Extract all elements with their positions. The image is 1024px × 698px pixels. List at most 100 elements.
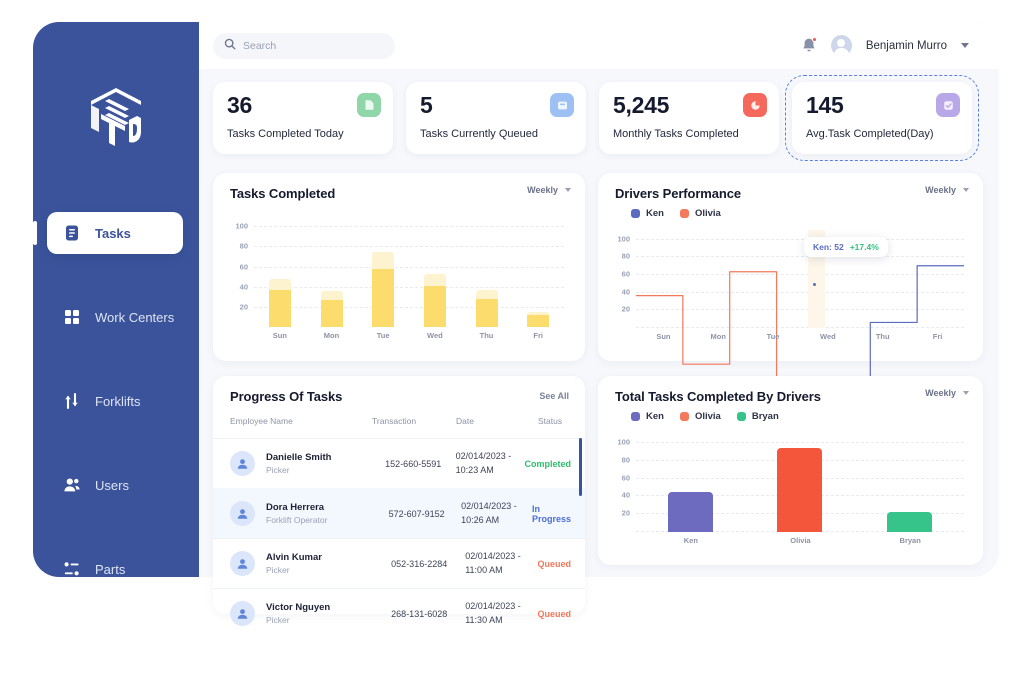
chart-total-tasks-by-drivers: 100 80 60 40 20 (612, 433, 968, 532)
tasks-icon (63, 224, 81, 242)
sidebar-item-label: Parts (95, 561, 126, 577)
y-tick: 40 (239, 282, 248, 292)
row-avatar (230, 501, 255, 526)
table-row[interactable]: Dora Herrera Forklift Operator 572-607-915… (213, 488, 585, 538)
x-tick: Bryan (899, 536, 921, 545)
row-avatar (230, 601, 255, 626)
bar-ken[interactable] (668, 491, 714, 532)
bar[interactable] (320, 291, 343, 327)
sidebar: Tasks Work Centers Forklifts Users Parts (33, 22, 199, 577)
date-cell: 02/014/2023 - 11:30 AM (465, 600, 537, 626)
bar-cell (254, 215, 306, 327)
sidebar-item-users[interactable]: Users (47, 464, 183, 506)
check-square-icon (936, 93, 960, 117)
sidebar-item-label: Work Centers (95, 309, 175, 325)
bar-segment-completed (268, 290, 291, 327)
employee-cell: Dora Herrera Forklift Operator (266, 502, 389, 525)
bell-icon[interactable] (801, 37, 817, 54)
x-tick: Sun (272, 331, 287, 340)
y-tick: 40 (621, 287, 630, 297)
employee-name: Danielle Smith (266, 452, 332, 463)
bar[interactable] (527, 311, 550, 327)
y-axis: 100 80 60 40 20 (612, 230, 634, 328)
avatar[interactable] (830, 35, 852, 56)
sidebar-item-work-centers[interactable]: Work Centers (47, 296, 183, 338)
search-input[interactable] (243, 40, 373, 52)
date-cell: 02/014/2023 - 10:23 AM (456, 450, 525, 476)
row-avatar (230, 451, 255, 476)
see-all-link[interactable]: See All (539, 391, 569, 401)
employee-cell: Victor Nguyen Picker (266, 602, 391, 625)
legend-item[interactable]: Olivia (679, 411, 721, 422)
x-tick: Tue (376, 331, 390, 340)
stat-label: Monthly Tasks Completed (613, 128, 739, 140)
stat-card-tasks-currently-queued[interactable]: 5 Tasks Currently Queued (406, 82, 586, 154)
stat-card-avg-task-completed-day[interactable]: 145 Avg.Task Completed(Day) (785, 75, 979, 161)
row-content: Victor Nguyen Picker 268-131-6028 02/014/20… (230, 600, 571, 626)
table-row[interactable]: Danielle Smith Picker 152-660-5591 02/014/2… (213, 438, 585, 488)
x-tick: Tue (766, 332, 780, 341)
x-tick: Wed (820, 332, 836, 341)
employee-name: Dora Herrera (266, 502, 325, 513)
transaction-cell: 572-607-9152 (388, 508, 445, 519)
stat-card-tasks-completed-today[interactable]: 36 Tasks Completed Today (213, 82, 393, 154)
stat-card-monthly-tasks-completed[interactable]: 5,245 Monthly Tasks Completed (599, 82, 779, 154)
hover-point (812, 282, 816, 286)
legend-swatch (631, 209, 640, 218)
legend-item[interactable]: Ken (631, 411, 664, 422)
user-name[interactable]: Benjamin Murro (866, 40, 947, 52)
x-tick: Ken (683, 536, 698, 545)
x-axis-labels: Ken Olivia Bryan (636, 536, 965, 545)
column-header: Employee Name (230, 416, 293, 426)
bar[interactable] (372, 251, 395, 327)
sidebar-item-tasks[interactable]: Tasks (33, 212, 183, 254)
legend-item[interactable]: Ken (631, 208, 664, 219)
employee-role: Picker (266, 565, 290, 575)
sidebar-item-forklifts[interactable]: Forklifts (47, 380, 183, 422)
document-icon (357, 93, 381, 117)
y-tick: 20 (239, 302, 248, 312)
x-tick: Thu (479, 331, 494, 340)
date-cell: 02/014/2023 - 11:00 AM (465, 550, 537, 576)
sidebar-item-parts[interactable]: Parts (47, 548, 183, 577)
bar-cell (357, 215, 409, 327)
legend-label: Ken (646, 208, 664, 219)
bar-segment-completed (527, 314, 550, 327)
x-axis-labels: Sun Mon Tue Wed Thu Fri (636, 332, 965, 341)
table-row[interactable]: Alvin Kumar Picker 052-316-2284 02/014/2023… (213, 538, 585, 588)
legend-item[interactable]: Bryan (736, 411, 779, 422)
chevron-down-icon[interactable] (961, 43, 969, 48)
bar[interactable] (423, 274, 446, 327)
chevron-down-icon (565, 188, 571, 192)
stat-label: Tasks Currently Queued (420, 128, 538, 140)
bar-segment-completed (475, 298, 498, 327)
legend-swatch (631, 412, 640, 421)
bar-olivia[interactable] (777, 448, 823, 532)
legend-item[interactable]: Olivia (679, 208, 721, 219)
y-tick: 20 (621, 304, 630, 314)
sidebar-item-label: Tasks (95, 225, 131, 241)
range-selector-drivers-performance[interactable]: Weekly (925, 185, 969, 195)
scrollbar[interactable] (579, 438, 582, 496)
chevron-down-icon (963, 391, 969, 395)
bar-segment-completed (423, 286, 446, 327)
bar-bryan[interactable] (886, 512, 932, 532)
range-selector-total-tasks[interactable]: Weekly (925, 388, 969, 398)
panel-title: Total Tasks Completed By Drivers (615, 389, 821, 404)
employee-cell: Danielle Smith Picker (266, 452, 385, 475)
time-value: 11:30 AM (465, 614, 503, 625)
bar-segment-completed (320, 299, 343, 327)
search-bar[interactable] (213, 33, 395, 59)
table-row[interactable]: Victor Nguyen Picker 268-131-6028 02/014/20… (213, 588, 585, 638)
sidebar-item-label: Forklifts (95, 393, 141, 409)
y-tick: 100 (617, 234, 630, 244)
bar[interactable] (475, 290, 498, 327)
bar[interactable] (268, 279, 291, 327)
panel-total-tasks-by-drivers: Total Tasks Completed By Drivers Weekly … (598, 376, 983, 565)
y-tick: 100 (617, 437, 630, 447)
queue-box-icon (550, 93, 574, 117)
range-selector-tasks-completed[interactable]: Weekly (527, 185, 571, 195)
top-bar-right: Benjamin Murro (801, 22, 969, 69)
panel-progress-of-tasks: Progress Of Tasks See All Employee Name … (213, 376, 585, 626)
